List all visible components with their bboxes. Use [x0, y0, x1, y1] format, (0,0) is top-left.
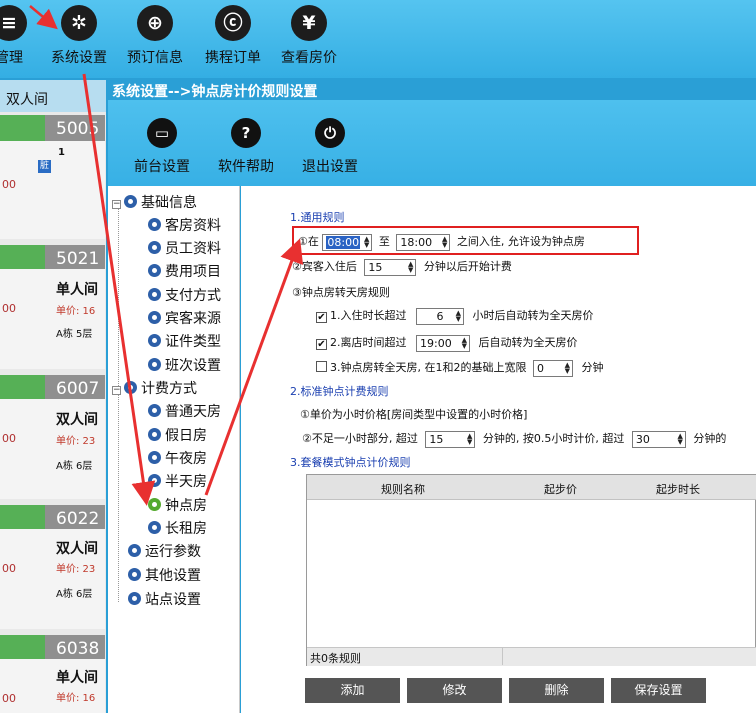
arrow-to-hourly-room — [82, 73, 156, 506]
arrow-to-checkin-window — [204, 238, 304, 496]
annotation-arrows — [29, 5, 304, 506]
arrow-to-settings — [29, 5, 58, 30]
